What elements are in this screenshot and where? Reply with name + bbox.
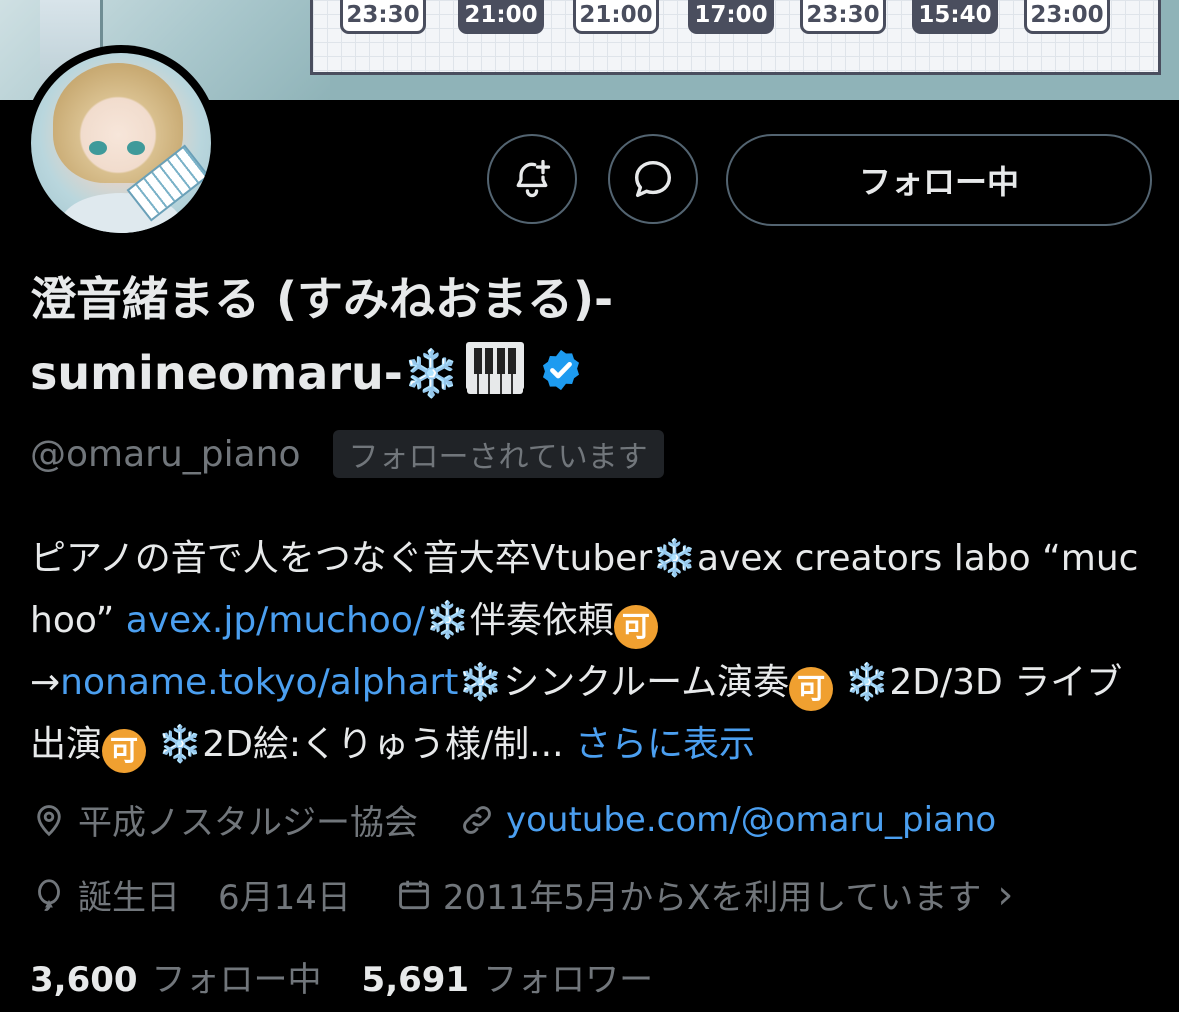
bio-text: 伴奏依頼 xyxy=(469,600,614,641)
message-button[interactable] xyxy=(608,134,698,224)
display-name-line2: sumineomaru-❄️ xyxy=(30,336,1150,414)
following-count: 3,600 xyxy=(30,960,138,1000)
verified-badge-icon[interactable] xyxy=(538,340,584,414)
ka-badge-icon: 可 xyxy=(789,667,834,711)
snowflake-icon: ❄️ xyxy=(424,600,470,641)
location-pin-icon xyxy=(37,804,61,836)
user-handle: @omaru_piano xyxy=(30,433,301,475)
calendar-icon xyxy=(399,880,429,909)
follow-stats: 3,600 フォロー中 5,691 フォロワー xyxy=(30,952,653,1001)
balloon-icon xyxy=(38,878,60,911)
display-name: 澄音緒まる (すみねおまる)- sumineomaru-❄️ xyxy=(30,262,1150,414)
notifications-button[interactable] xyxy=(487,134,577,224)
avatar[interactable] xyxy=(23,45,219,241)
location-text: 平成ノスタルジー協会 xyxy=(78,803,418,843)
bio-text: 2D絵:くりゅう様/制... xyxy=(202,724,564,765)
handle-row: @omaru_piano フォローされています xyxy=(30,430,664,478)
following-button[interactable]: フォロー中 xyxy=(726,134,1152,226)
snowflake-icon: ❄️ xyxy=(844,662,890,703)
banner-schedule-times: 23:30 21:00 21:00 17:00 23:30 15:40 23:0… xyxy=(340,0,1140,44)
following-stat[interactable]: 3,600 フォロー中 xyxy=(30,952,322,1001)
bio-link-muchoo[interactable]: avex.jp/muchoo/ xyxy=(126,600,425,641)
meta-row-1: 平成ノスタルジー協会 youtube.com/@omaru_piano xyxy=(30,795,996,844)
location: 平成ノスタルジー協会 xyxy=(30,795,418,844)
birthday-label: 誕生日 xyxy=(78,878,180,918)
ka-badge-icon: 可 xyxy=(102,729,147,773)
joined-text: 2011年5月からXを利用しています xyxy=(442,878,982,918)
bell-plus-icon xyxy=(516,159,551,198)
schedule-time: 15:40 xyxy=(912,0,998,34)
joined-date[interactable]: 2011年5月からXを利用しています › xyxy=(395,870,1013,919)
snowflake-icon: ❄️ xyxy=(157,724,203,765)
bio-link-alphart[interactable]: noname.tokyo/alphart xyxy=(60,662,458,703)
show-more-link[interactable]: さらに表示 xyxy=(575,724,755,765)
display-name-text: sumineomaru- xyxy=(30,346,403,400)
schedule-time: 17:00 xyxy=(688,0,774,34)
followers-label: フォロワー xyxy=(483,960,654,1000)
website-link[interactable]: youtube.com/@omaru_piano xyxy=(506,800,996,840)
followers-stat[interactable]: 5,691 フォロワー xyxy=(362,952,654,1001)
schedule-time: 23:00 xyxy=(1024,0,1110,34)
website[interactable]: youtube.com/@omaru_piano xyxy=(458,800,996,840)
piano-icon xyxy=(466,342,525,394)
following-label: フォロー中 xyxy=(151,960,322,1000)
schedule-time: 23:30 xyxy=(340,0,426,34)
bio-text xyxy=(833,662,844,703)
snowflake-icon: ❄️ xyxy=(402,346,461,400)
link-icon xyxy=(463,805,491,834)
snowflake-icon: ❄️ xyxy=(652,538,697,579)
avatar-image xyxy=(31,53,211,233)
bio-text: シンクルーム演奏 xyxy=(503,662,790,703)
schedule-time: 21:00 xyxy=(458,0,544,34)
follows-you-badge: フォローされています xyxy=(332,430,664,478)
bio: ピアノの音で人をつなぐ音大卒Vtuber❄️avex creators labo… xyxy=(30,528,1150,776)
birthday-date: 6月14日 xyxy=(218,878,351,918)
schedule-time: 23:30 xyxy=(800,0,886,34)
bio-text: ピアノの音で人をつなぐ音大卒Vtuber xyxy=(30,538,653,579)
snowflake-icon: ❄️ xyxy=(458,662,504,703)
chat-bubble-icon xyxy=(634,160,672,198)
meta-row-2: 誕生日 6月14日 2011年5月からXを利用しています › xyxy=(30,870,1013,919)
birthday: 誕生日 6月14日 xyxy=(30,870,351,919)
ka-badge-icon: 可 xyxy=(613,605,658,649)
followers-count: 5,691 xyxy=(361,960,470,1000)
bio-arrow: → xyxy=(30,662,61,703)
schedule-time: 21:00 xyxy=(573,0,659,34)
chevron-right-icon: › xyxy=(997,871,1014,918)
display-name-line1: 澄音緒まる (すみねおまる)- xyxy=(30,272,614,326)
